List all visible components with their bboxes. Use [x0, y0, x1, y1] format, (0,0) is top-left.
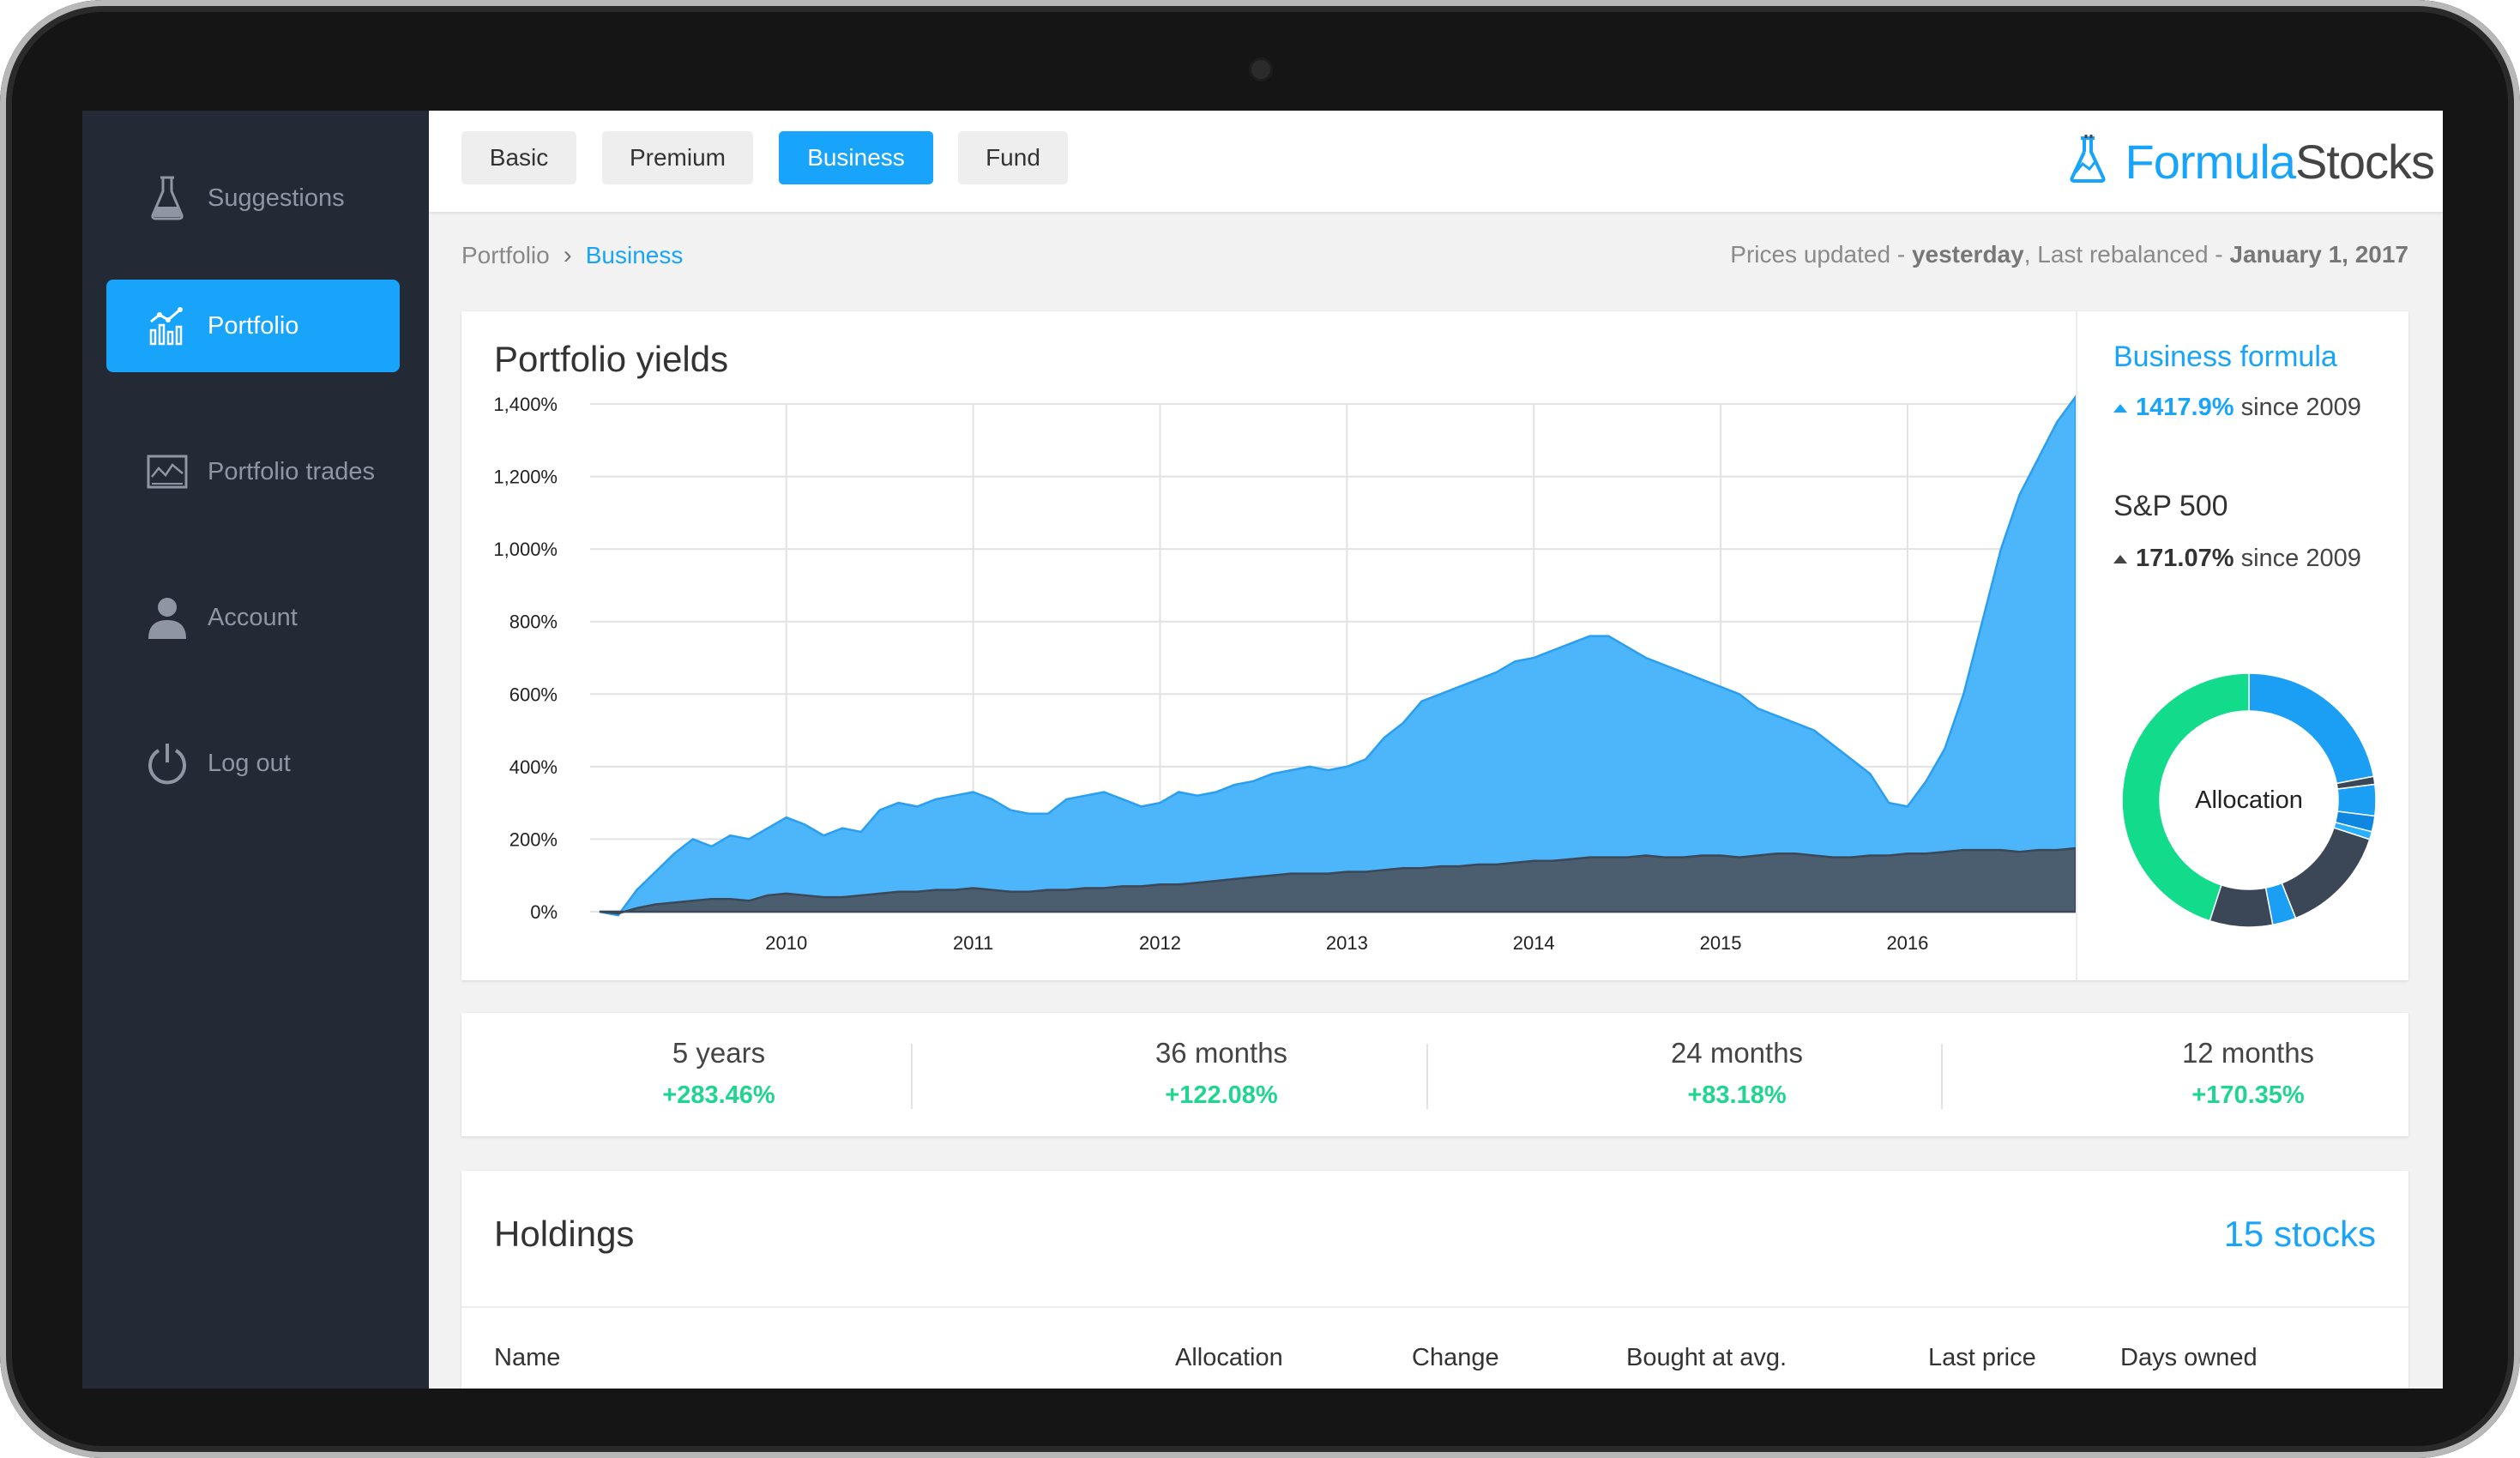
y-tick-label: 1,400% — [493, 394, 558, 415]
allocation-label: Allocation — [2195, 786, 2303, 814]
period-label: 12 months — [2181, 1037, 2315, 1069]
sidebar-item-portfolio[interactable]: Portfolio — [106, 280, 400, 372]
trades-icon — [146, 450, 189, 493]
x-tick-label: 2012 — [1139, 932, 1181, 954]
top-bar: Basic Premium Business Fund Formula Stock… — [429, 111, 2443, 212]
status-prices-label: Prices updated - — [1730, 241, 1912, 268]
tab-business[interactable]: Business — [779, 131, 933, 184]
period-label: 36 months — [1154, 1037, 1288, 1069]
x-tick-label: 2015 — [1700, 932, 1742, 954]
column-header-days-owned[interactable]: Days owned — [2120, 1344, 2258, 1372]
status-prices-value: yesterday — [1911, 241, 2024, 268]
up-triangle-icon — [2113, 554, 2127, 563]
sidebar-item-log-out[interactable]: Log out — [106, 717, 400, 810]
sidebar-item-account[interactable]: Account — [106, 571, 400, 664]
flask-icon — [146, 176, 189, 220]
x-tick-label: 2014 — [1513, 932, 1555, 954]
x-tick-label: 2016 — [1886, 932, 1928, 954]
divider — [1941, 1044, 1943, 1109]
main-content: Basic Premium Business Fund Formula Stock… — [429, 111, 2443, 1389]
period-36-months: 36 months +122.08% — [964, 1013, 1479, 1136]
sidebar-item-suggestions[interactable]: Suggestions — [106, 152, 400, 244]
sp-since: since 2009 — [2240, 545, 2361, 572]
tab-fund[interactable]: Fund — [958, 131, 1068, 184]
sidebar-item-label: Portfolio trades — [208, 457, 376, 485]
portfolio-yields-card: Portfolio yields 0% 200% 400% 600% 800% 1,000… — [461, 311, 2408, 980]
formula-since: since 2009 — [2240, 394, 2361, 421]
period-label: 24 months — [1670, 1037, 1804, 1069]
holdings-card: Holdings 15 stocks Name Allocation Chang… — [461, 1171, 2408, 1389]
tab-premium[interactable]: Premium — [602, 131, 753, 184]
formulastocks-logo[interactable]: Formula Stocks — [2065, 131, 2435, 191]
app-screen: Suggestions Portfolio Portfolio trades A… — [82, 111, 2443, 1389]
sp-name: S&P 500 — [2113, 490, 2228, 522]
y-tick-label: 400% — [509, 756, 558, 778]
x-tick-label: 2013 — [1326, 932, 1368, 954]
power-icon — [146, 742, 189, 785]
breadcrumb: Portfolio › Business — [461, 241, 683, 270]
bar-chart-icon — [146, 304, 189, 347]
y-tick-label: 200% — [509, 828, 558, 850]
divider — [911, 1044, 913, 1109]
yields-summary-panel: Business formula 1417.9% since 2009 S&P … — [2076, 311, 2410, 980]
y-tick-label: 0% — [530, 901, 558, 923]
sidebar-item-label: Account — [208, 603, 298, 631]
divider — [461, 1306, 2408, 1308]
period-24-months: 24 months +83.18% — [1480, 1013, 1994, 1136]
sidebar: Suggestions Portfolio Portfolio trades A… — [82, 111, 429, 1389]
status-rebalanced-value: January 1, 2017 — [2229, 241, 2408, 268]
period-12-months: 12 months +170.35% — [1991, 1013, 2443, 1136]
breadcrumb-root[interactable]: Portfolio — [461, 242, 550, 269]
camera-icon — [1251, 60, 1270, 79]
price-status: Prices updated - yesterday, Last rebalan… — [1730, 241, 2408, 268]
period-5-years: 5 years +283.46% — [461, 1013, 976, 1136]
column-header-bought-at-avg[interactable]: Bought at avg. — [1626, 1344, 1787, 1372]
breadcrumb-current: Business — [585, 242, 684, 268]
user-icon — [146, 596, 189, 639]
column-header-change[interactable]: Change — [1412, 1344, 1499, 1372]
divider — [1426, 1044, 1428, 1109]
logo-text-stocks: Stocks — [2294, 134, 2435, 189]
status-rebalanced-label: , Last rebalanced - — [2023, 241, 2230, 268]
period-value: +283.46% — [662, 1081, 775, 1109]
sp-value: 171.07% — [2136, 545, 2234, 572]
formula-value: 1417.9% — [2136, 394, 2234, 421]
y-tick-label: 600% — [509, 684, 558, 705]
column-header-name[interactable]: Name — [494, 1344, 560, 1372]
period-label: 5 years — [672, 1037, 766, 1069]
yields-area-chart: 0% 200% 400% 600% 800% 1,000% 1,200% 1,400% 2010… — [493, 394, 2076, 954]
x-tick-label: 2010 — [765, 932, 807, 954]
up-triangle-icon — [2113, 403, 2127, 413]
logo-flask-icon — [2065, 134, 2115, 189]
sidebar-item-label: Portfolio — [208, 311, 299, 340]
y-tick-label: 1,200% — [493, 467, 558, 488]
holdings-title: Holdings — [494, 1214, 635, 1254]
sp-stat: 171.07% since 2009 — [2113, 545, 2361, 573]
column-header-allocation[interactable]: Allocation — [1175, 1344, 1283, 1372]
x-tick-label: 2011 — [953, 932, 993, 954]
tab-basic[interactable]: Basic — [461, 131, 576, 184]
formula-stat: 1417.9% since 2009 — [2113, 394, 2361, 422]
sidebar-item-label: Suggestions — [208, 184, 345, 212]
period-value: +122.08% — [1165, 1081, 1278, 1109]
logo-text-formula: Formula — [2125, 134, 2296, 189]
period-value: +170.35% — [2191, 1081, 2305, 1109]
period-value: +83.18% — [1687, 1081, 1787, 1109]
holdings-count[interactable]: 15 stocks — [2224, 1214, 2376, 1255]
series-area-business — [599, 395, 2076, 917]
y-tick-label: 800% — [509, 612, 558, 633]
sidebar-item-portfolio-trades[interactable]: Portfolio trades — [106, 425, 400, 518]
column-header-last-price[interactable]: Last price — [1928, 1344, 2036, 1372]
formula-name: Business formula — [2113, 340, 2337, 373]
chevron-right-icon: › — [563, 241, 572, 269]
y-tick-label: 1,000% — [493, 539, 558, 560]
sidebar-item-label: Log out — [208, 749, 291, 777]
period-returns-card: 5 years +283.46% 36 months +122.08% 24 m… — [461, 1013, 2408, 1136]
